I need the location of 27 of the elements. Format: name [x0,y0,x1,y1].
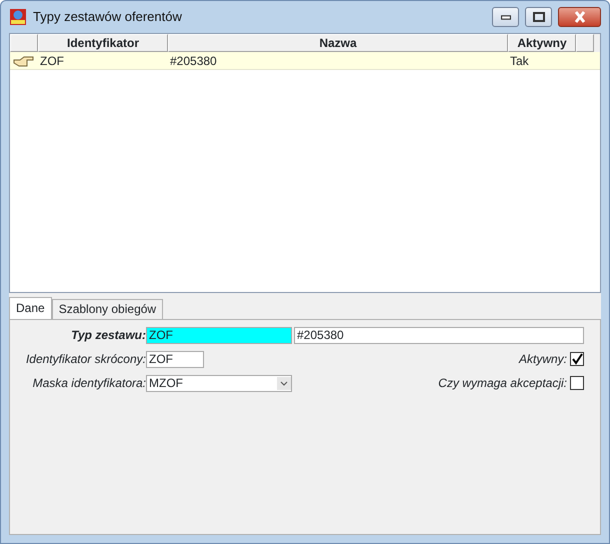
checkbox[interactable] [570,376,584,390]
field-label: Identyfikator skrócony: [24,351,146,368]
minimize-icon [500,14,510,20]
table-cell-text: Tak [509,52,530,68]
table-row[interactable]: ZOF #205380 Tak [10,52,600,70]
checkbox-label: Aktywny: [518,351,567,368]
field-label: Maska identyfikatora: [32,375,146,392]
type-field[interactable]: ZOF [146,326,292,344]
app-icon [9,8,27,26]
column-header[interactable]: Aktywny [508,34,576,52]
short-id-field[interactable]: ZOF [146,350,204,368]
checkbox[interactable] [570,352,584,366]
mask-dropdown[interactable]: MZOF [146,374,292,392]
column-header[interactable]: Nazwa [168,34,508,52]
checkbox-label: Czy wymaga akceptacji: [438,375,567,392]
field-label: Typ zestawu: [70,327,146,344]
table-cell-text: #205380 [169,52,218,68]
minimize-button[interactable] [492,7,519,27]
table-cell-text: ZOF [39,52,65,68]
name-field[interactable]: #205380 [294,326,584,344]
column-header[interactable]: Identyfikator [38,34,168,52]
tab[interactable]: Szablony obiegów [52,299,164,319]
caret-icon [277,376,291,390]
tab[interactable]: Dane [9,297,52,319]
close-button[interactable] [558,7,601,27]
maximize-button[interactable] [525,7,552,27]
window-title: Typy zestawów oferentów [33,8,183,26]
